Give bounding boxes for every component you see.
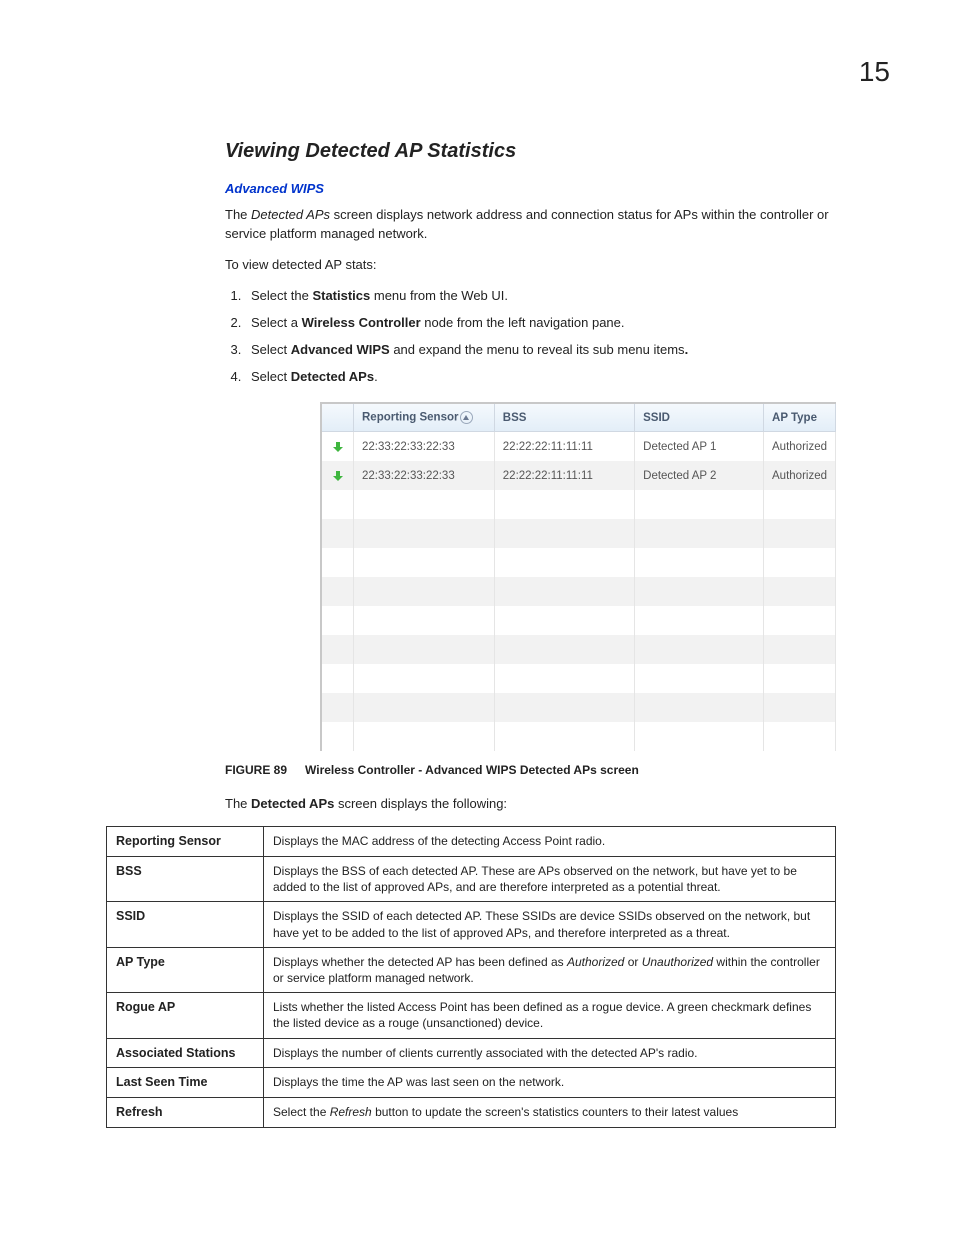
def-row: Reporting Sensor Displays the MAC addres… [107,827,836,857]
cell-sensor: 22:33:22:33:22:33 [354,461,495,490]
def-term: Reporting Sensor [107,827,264,857]
step-3-a: Select [251,342,291,357]
disp-a: The [225,796,251,811]
step-3: Select Advanced WIPS and expand the menu… [245,341,844,359]
disp-c: screen displays the following: [334,796,507,811]
sort-asc-icon[interactable] [460,411,473,424]
page-number: 15 [859,56,890,88]
def-term: Refresh [107,1098,264,1128]
cell-ssid: Detected AP 1 [635,432,764,462]
step-3-c: and expand the menu to reveal its sub me… [390,342,685,357]
detected-aps-table: Reporting Sensor BSS SSID AP Type [320,402,836,751]
d7-before: Select the [273,1105,330,1119]
cell-bss: 22:22:22:11:11:11 [494,432,634,462]
document-body: Viewing Detected AP Statistics Advanced … [0,0,954,1128]
def-row: AP Type Displays whether the detected AP… [107,947,836,992]
def-row: SSID Displays the SSID of each detected … [107,902,836,947]
table-row[interactable] [322,693,836,722]
row-status-icon [322,461,354,490]
section-title: Viewing Detected AP Statistics [225,140,844,163]
step-3-b: Advanced WIPS [291,342,390,357]
def-row: BSS Displays the BSS of each detected AP… [107,857,836,902]
col-icon[interactable] [322,404,354,432]
step-2-b: Wireless Controller [302,315,421,330]
def-desc: Displays the number of clients currently… [264,1038,836,1068]
col-sensor-label: Reporting Sensor [362,412,458,424]
step-4-b: Detected APs [291,369,374,384]
cell-aptype: Authorized [764,461,836,490]
figure-title: Wireless Controller - Advanced WIPS Dete… [305,763,639,777]
step-1-b: Statistics [312,288,370,303]
step-1-c: menu from the Web UI. [370,288,508,303]
step-1-a: Select the [251,288,312,303]
def-desc: Displays the time the AP was last seen o… [264,1068,836,1098]
figure-caption: FIGURE 89 Wireless Controller - Advanced … [225,763,844,777]
figure-label: FIGURE 89 [225,763,287,777]
table-row[interactable]: 22:33:22:33:22:33 22:22:22:11:11:11 Dete… [322,461,836,490]
def-term: BSS [107,857,264,902]
intro-paragraph-2: To view detected AP stats: [225,256,844,275]
table-row[interactable] [322,548,836,577]
d3-mid: or [624,955,641,969]
steps-list: Select the Statistics menu from the Web … [225,287,844,387]
def-desc: Lists whether the listed Access Point ha… [264,993,836,1038]
def-term: Last Seen Time [107,1068,264,1098]
def-row: Last Seen Time Displays the time the AP … [107,1068,836,1098]
def-term: Associated Stations [107,1038,264,1068]
step-3-d: . [685,342,689,357]
col-bss[interactable]: BSS [494,404,634,432]
arrow-down-icon [324,470,351,482]
def-desc: Displays whether the detected AP has bee… [264,947,836,992]
cell-aptype: Authorized [764,432,836,462]
cell-ssid: Detected AP 2 [635,461,764,490]
def-desc: Displays the SSID of each detected AP. T… [264,902,836,947]
cell-sensor: 22:33:22:33:22:33 [354,432,495,462]
cell-bss: 22:22:22:11:11:11 [494,461,634,490]
def-row: Refresh Select the Refresh button to upd… [107,1098,836,1128]
step-2-c: node from the left navigation pane. [421,315,625,330]
intro-1b: Detected APs [251,207,330,222]
d3-i2: Unauthorized [642,955,713,969]
advanced-wips-link[interactable]: Advanced WIPS [225,181,844,196]
def-term: AP Type [107,947,264,992]
d7-i1: Refresh [330,1105,372,1119]
arrow-down-icon [324,441,351,453]
table-row[interactable] [322,519,836,548]
def-desc: Select the Refresh button to update the … [264,1098,836,1128]
def-desc: Displays the BSS of each detected AP. Th… [264,857,836,902]
col-ssid[interactable]: SSID [635,404,764,432]
def-row: Associated Stations Displays the number … [107,1038,836,1068]
table-row[interactable] [322,722,836,751]
table-row[interactable] [322,490,836,519]
intro-paragraph-1: The Detected APs screen displays network… [225,206,844,244]
displays-intro: The Detected APs screen displays the fol… [225,795,844,814]
table-row[interactable] [322,635,836,664]
disp-b: Detected APs [251,796,334,811]
col-ap-type[interactable]: AP Type [764,404,836,432]
def-term: SSID [107,902,264,947]
def-term: Rogue AP [107,993,264,1038]
col-reporting-sensor[interactable]: Reporting Sensor [354,404,495,432]
d3-i1: Authorized [567,955,624,969]
table-row[interactable]: 22:33:22:33:22:33 22:22:22:11:11:11 Dete… [322,432,836,462]
table-row[interactable] [322,577,836,606]
step-1: Select the Statistics menu from the Web … [245,287,844,305]
table-row[interactable] [322,664,836,693]
d3-before: Displays whether the detected AP has bee… [273,955,567,969]
intro-1a: The [225,207,251,222]
step-2: Select a Wireless Controller node from t… [245,314,844,332]
definitions-table: Reporting Sensor Displays the MAC addres… [106,826,836,1128]
step-4-a: Select [251,369,291,384]
row-status-icon [322,432,354,462]
table-row[interactable] [322,606,836,635]
d7-after: button to update the screen's statistics… [372,1105,739,1119]
step-4: Select Detected APs. [245,368,844,386]
def-desc: Displays the MAC address of the detectin… [264,827,836,857]
def-row: Rogue AP Lists whether the listed Access… [107,993,836,1038]
step-4-c: . [374,369,378,384]
step-2-a: Select a [251,315,302,330]
